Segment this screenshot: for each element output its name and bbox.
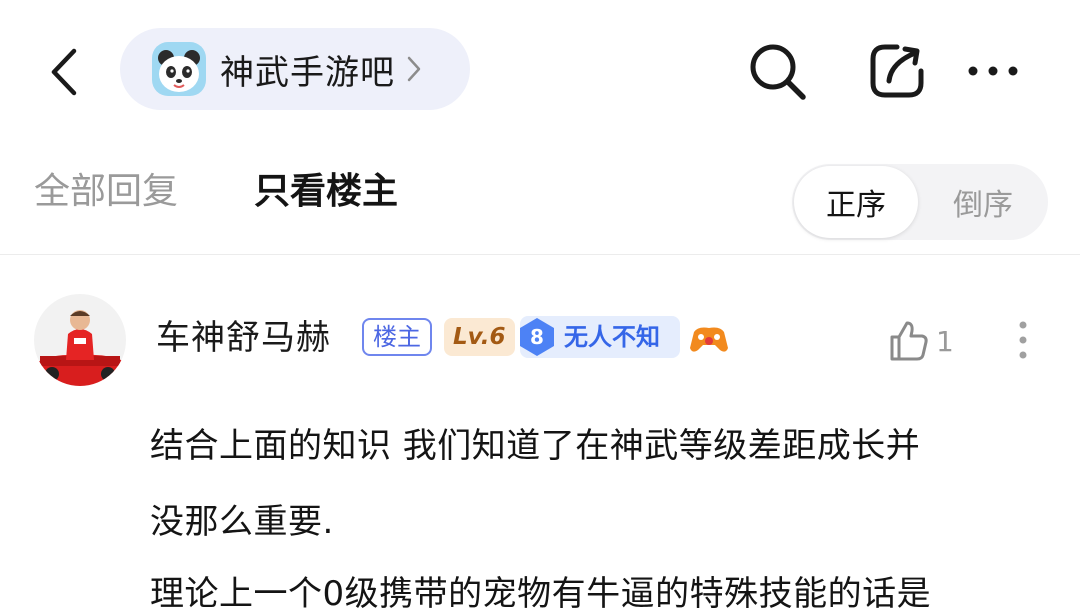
tab-all-replies[interactable]: 全部回复 (34, 168, 178, 216)
sort-descending-button[interactable]: 倒序 (920, 166, 1046, 238)
forum-link[interactable]: 神武手游吧 (120, 28, 470, 110)
thumbs-up-icon (890, 321, 928, 361)
search-button[interactable] (742, 36, 812, 106)
author-avatar[interactable] (34, 294, 126, 386)
sort-ascending-button[interactable]: 正序 (794, 166, 918, 238)
title-badge: 8 无人不知 (520, 316, 680, 358)
title-badge-text: 无人不知 (564, 323, 660, 351)
post-paragraph: 没那么重要. (150, 502, 334, 542)
like-button[interactable]: 1 (888, 316, 954, 366)
post-paragraph: 结合上面的知识 我们知道了在神武等级差距成长并 (150, 426, 921, 466)
search-icon (750, 44, 806, 100)
divider (0, 254, 1080, 255)
owner-badge: 楼主 (362, 318, 432, 356)
share-button[interactable] (862, 36, 932, 106)
more-vertical-icon (1019, 321, 1027, 359)
like-count: 1 (936, 324, 954, 358)
author-name[interactable]: 车神舒马赫 (156, 318, 331, 358)
level-badge: Lv.6 (444, 318, 515, 356)
back-arrow-icon (51, 48, 77, 96)
chevron-right-icon (407, 56, 421, 82)
sort-toggle: 正序 倒序 (792, 164, 1048, 240)
forum-name: 神武手游吧 (220, 52, 395, 93)
post-paragraph: 理论上一个0级携带的宠物有牛逼的特殊技能的话是 (150, 574, 932, 614)
forum-avatar (152, 42, 206, 96)
title-badge-level: 8 (530, 325, 544, 349)
more-horizontal-icon (968, 66, 1018, 76)
more-button[interactable] (958, 36, 1028, 106)
share-icon (870, 44, 924, 98)
tab-owner-only[interactable]: 只看楼主 (254, 168, 398, 216)
back-button[interactable] (40, 40, 88, 104)
post-more-button[interactable] (1006, 318, 1040, 362)
gamepad-icon (688, 318, 730, 360)
